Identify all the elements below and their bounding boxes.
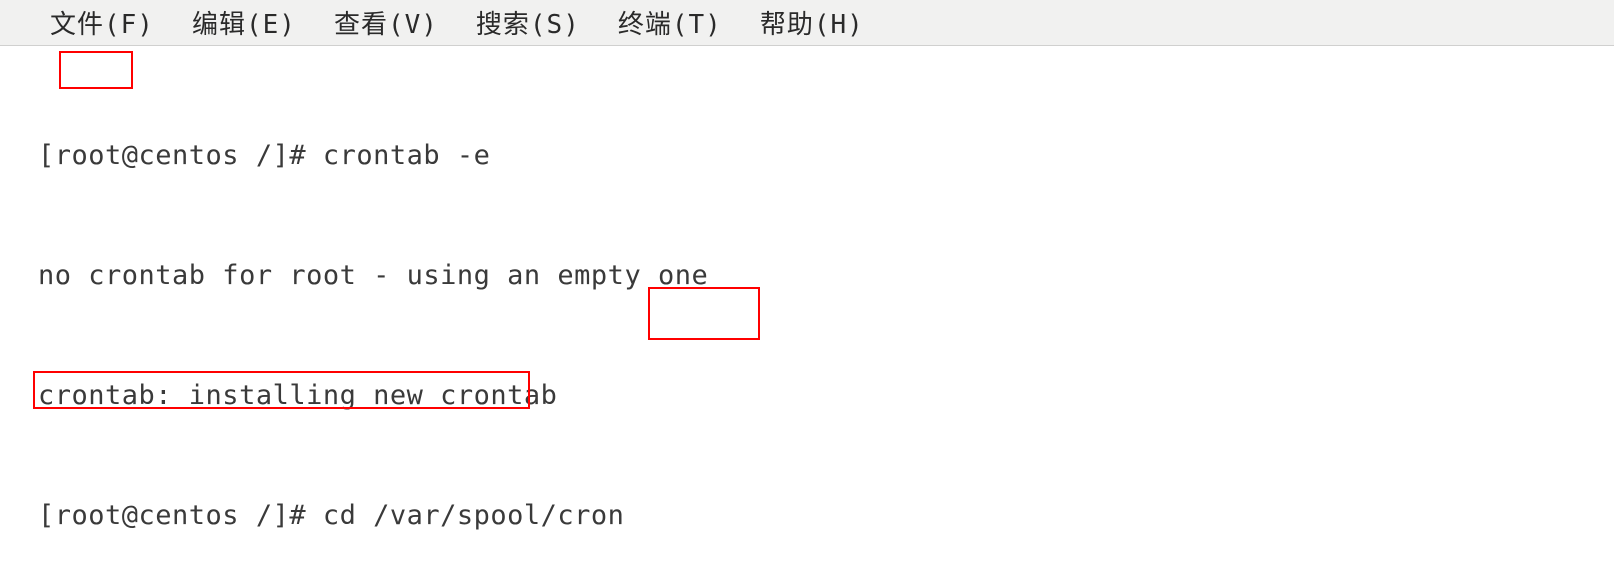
terminal-line: no crontab for root - using an empty one: [38, 256, 1614, 296]
menu-file[interactable]: 文件(F): [50, 4, 154, 41]
terminal-output[interactable]: [root@centos /]# crontab -e no crontab f…: [0, 46, 1614, 575]
menu-help[interactable]: 帮助(H): [760, 4, 864, 41]
annotation-box-user: [59, 51, 133, 89]
terminal-line: crontab: installing new crontab: [38, 376, 1614, 416]
menu-search[interactable]: 搜索(S): [476, 4, 580, 41]
menu-bar: 文件(F) 编辑(E) 查看(V) 搜索(S) 终端(T) 帮助(H): [0, 0, 1614, 46]
terminal-line: [root@centos /]# cd /var/spool/cron: [38, 496, 1614, 536]
menu-view[interactable]: 查看(V): [334, 4, 438, 41]
terminal-line: [root@centos /]# crontab -e: [38, 136, 1614, 176]
menu-terminal[interactable]: 终端(T): [618, 4, 722, 41]
menu-edit[interactable]: 编辑(E): [192, 4, 296, 41]
